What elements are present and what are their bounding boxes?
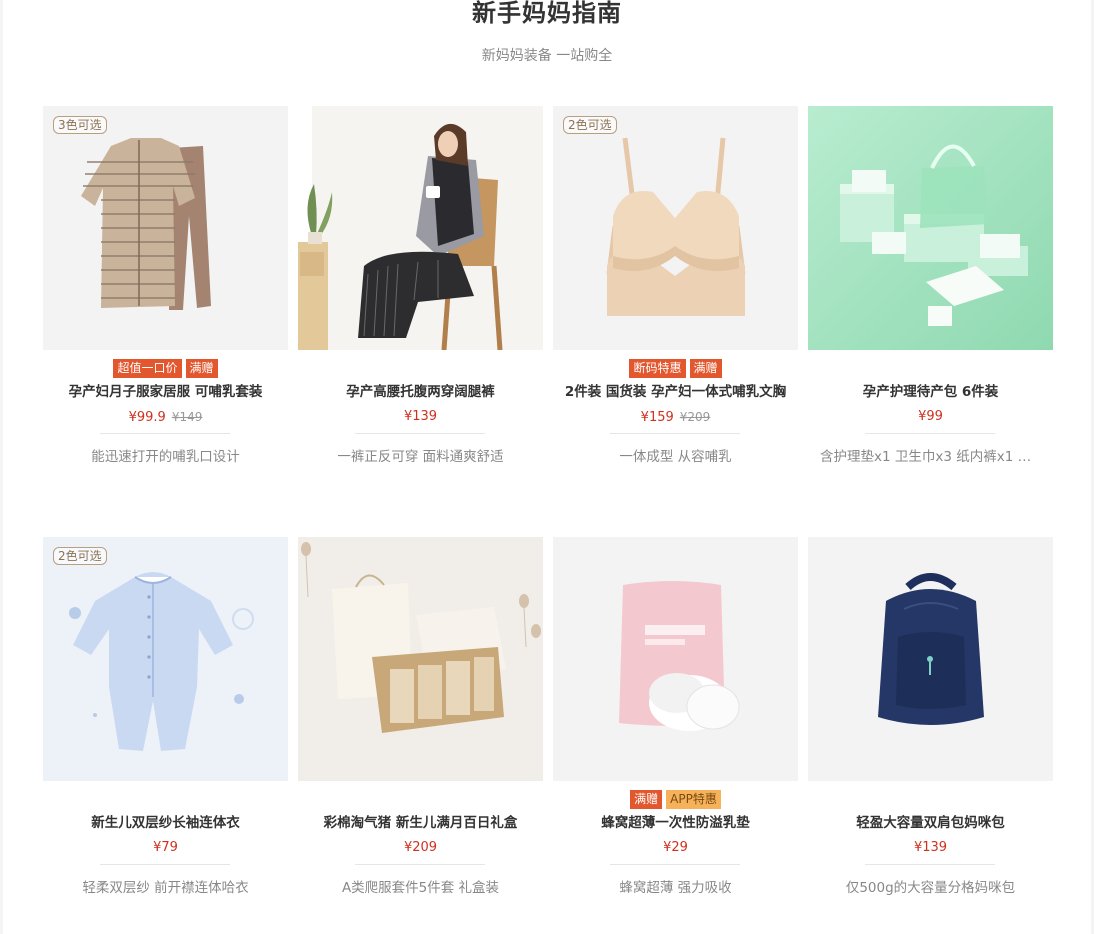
price-row: ¥79 (43, 839, 288, 857)
promo-tag: APP特惠 (666, 790, 721, 809)
price-row: ¥159 ¥209 (553, 408, 798, 427)
color-options-badge: 2色可选 (563, 116, 617, 134)
promo-tags: 断码特惠 满赠 (553, 359, 798, 378)
product-card[interactable]: 2色可选 新生儿双层纱长袖连体衣 ¥79 轻柔双层纱 前开襟连体哈衣 (43, 537, 288, 934)
product-price: ¥99 (918, 409, 943, 424)
color-options-badge: 2色可选 (53, 547, 107, 565)
product-card[interactable]: 2色可选 断码特惠 满赠 2件装 国货装 孕产妇一体式哺乳文胸 ¥159 ¥209 … (553, 106, 798, 537)
product-image[interactable] (553, 537, 798, 781)
product-image[interactable]: 3色可选 (43, 106, 288, 350)
navy-backpack-image (808, 537, 1053, 781)
product-description: 仅500g的大容量分格妈咪包 (845, 880, 1016, 896)
product-price: ¥139 (913, 840, 948, 855)
promo-tags: 超值一口价 满赠 (43, 359, 288, 378)
divider (865, 864, 995, 865)
page: 新手妈妈指南 新妈妈装备 一站购全 3色可选 超值一口价 满赠 孕产妇月子服家居… (3, 0, 1091, 934)
product-price: ¥99.9 (128, 410, 166, 425)
promo-tags: 满赠 APP特惠 (553, 790, 798, 809)
product-name[interactable]: 新生儿双层纱长袖连体衣 (43, 813, 288, 833)
product-price: ¥139 (403, 409, 438, 424)
product-card[interactable]: 轻盈大容量双肩包妈咪包 ¥139 仅500g的大容量分格妈咪包 (808, 537, 1053, 934)
divider (865, 433, 995, 434)
gift-box-image (298, 537, 543, 781)
price-row: ¥29 (553, 839, 798, 857)
product-card[interactable]: 孕产护理待产包 6件装 ¥99 含护理垫x1 卫生巾x3 纸内裤x1 妈咪包x1 (808, 106, 1053, 537)
promo-tag: 满赠 (689, 359, 722, 378)
product-card[interactable]: 孕产高腰托腹两穿阔腿裤 ¥139 一裤正反可穿 面料通爽舒适 (298, 106, 543, 537)
product-image[interactable] (298, 106, 543, 350)
maternity-kit-image (808, 106, 1053, 350)
product-description: A类爬服套件5件套 礼盒装 (341, 880, 500, 896)
promo-tag: 断码特惠 (629, 359, 686, 378)
product-description: 含护理垫x1 卫生巾x3 纸内裤x1 妈咪包x1 (820, 449, 1041, 465)
price-row: ¥139 (298, 408, 543, 426)
product-description: 蜂窝超薄 强力吸收 (619, 880, 732, 896)
product-description: 一裤正反可穿 面料通爽舒适 (337, 449, 504, 465)
promo-tag: 满赠 (630, 790, 663, 809)
product-price: ¥79 (153, 840, 178, 855)
section-title: 新手妈妈指南 (472, 0, 622, 27)
color-options-badge: 3色可选 (53, 116, 107, 134)
divider (355, 864, 485, 865)
product-name[interactable]: 轻盈大容量双肩包妈咪包 (808, 813, 1053, 833)
divider (355, 433, 485, 434)
baby-romper-image (43, 537, 288, 781)
product-image[interactable] (808, 537, 1053, 781)
product-description: 能迅速打开的哺乳口设计 (91, 449, 240, 465)
promo-tag: 满赠 (185, 359, 218, 378)
product-description: 轻柔双层纱 前开襟连体哈衣 (82, 880, 249, 896)
product-image[interactable]: 2色可选 (43, 537, 288, 781)
product-price: ¥29 (663, 840, 688, 855)
pregnant-woman-chair-image (298, 106, 543, 350)
divider (100, 864, 230, 865)
divider (610, 864, 740, 865)
promo-tag: 超值一口价 (113, 359, 182, 378)
nursing-pad-image (553, 537, 798, 781)
original-price: ¥209 (679, 410, 711, 424)
divider (100, 433, 230, 434)
product-name[interactable]: 2件装 国货装 孕产妇一体式哺乳文胸 (553, 382, 798, 402)
product-image[interactable] (298, 537, 543, 781)
original-price: ¥149 (171, 410, 203, 424)
product-description: 一体成型 从容哺乳 (619, 449, 732, 465)
product-image[interactable]: 2色可选 (553, 106, 798, 350)
price-row: ¥99 (808, 408, 1053, 426)
product-name[interactable]: 孕产妇月子服家居服 可哺乳套装 (43, 382, 288, 402)
product-card[interactable]: 满赠 APP特惠 蜂窝超薄一次性防溢乳垫 ¥29 蜂窝超薄 强力吸收 (553, 537, 798, 934)
product-price: ¥209 (403, 840, 438, 855)
product-name[interactable]: 孕产高腰托腹两穿阔腿裤 (298, 382, 543, 402)
product-grid: 3色可选 超值一口价 满赠 孕产妇月子服家居服 可哺乳套装 ¥99.9 ¥149 能… (43, 106, 1055, 934)
product-image[interactable] (808, 106, 1053, 350)
price-row: ¥99.9 ¥149 (43, 408, 288, 427)
price-row: ¥209 (298, 839, 543, 857)
product-name[interactable]: 蜂窝超薄一次性防溢乳垫 (553, 813, 798, 833)
product-price: ¥159 (640, 410, 674, 425)
price-row: ¥139 (808, 839, 1053, 857)
section-subtitle: 新妈妈装备 一站购全 (481, 48, 613, 64)
product-name[interactable]: 彩棉淘气猪 新生儿满月百日礼盒 (298, 813, 543, 833)
product-name[interactable]: 孕产护理待产包 6件装 (808, 382, 1053, 402)
nursing-bra-image (553, 106, 798, 350)
striped-pajama-set-image (43, 106, 288, 350)
product-card[interactable]: 彩棉淘气猪 新生儿满月百日礼盒 ¥209 A类爬服套件5件套 礼盒装 (298, 537, 543, 934)
product-card[interactable]: 3色可选 超值一口价 满赠 孕产妇月子服家居服 可哺乳套装 ¥99.9 ¥149 能… (43, 106, 288, 537)
divider (610, 433, 740, 434)
